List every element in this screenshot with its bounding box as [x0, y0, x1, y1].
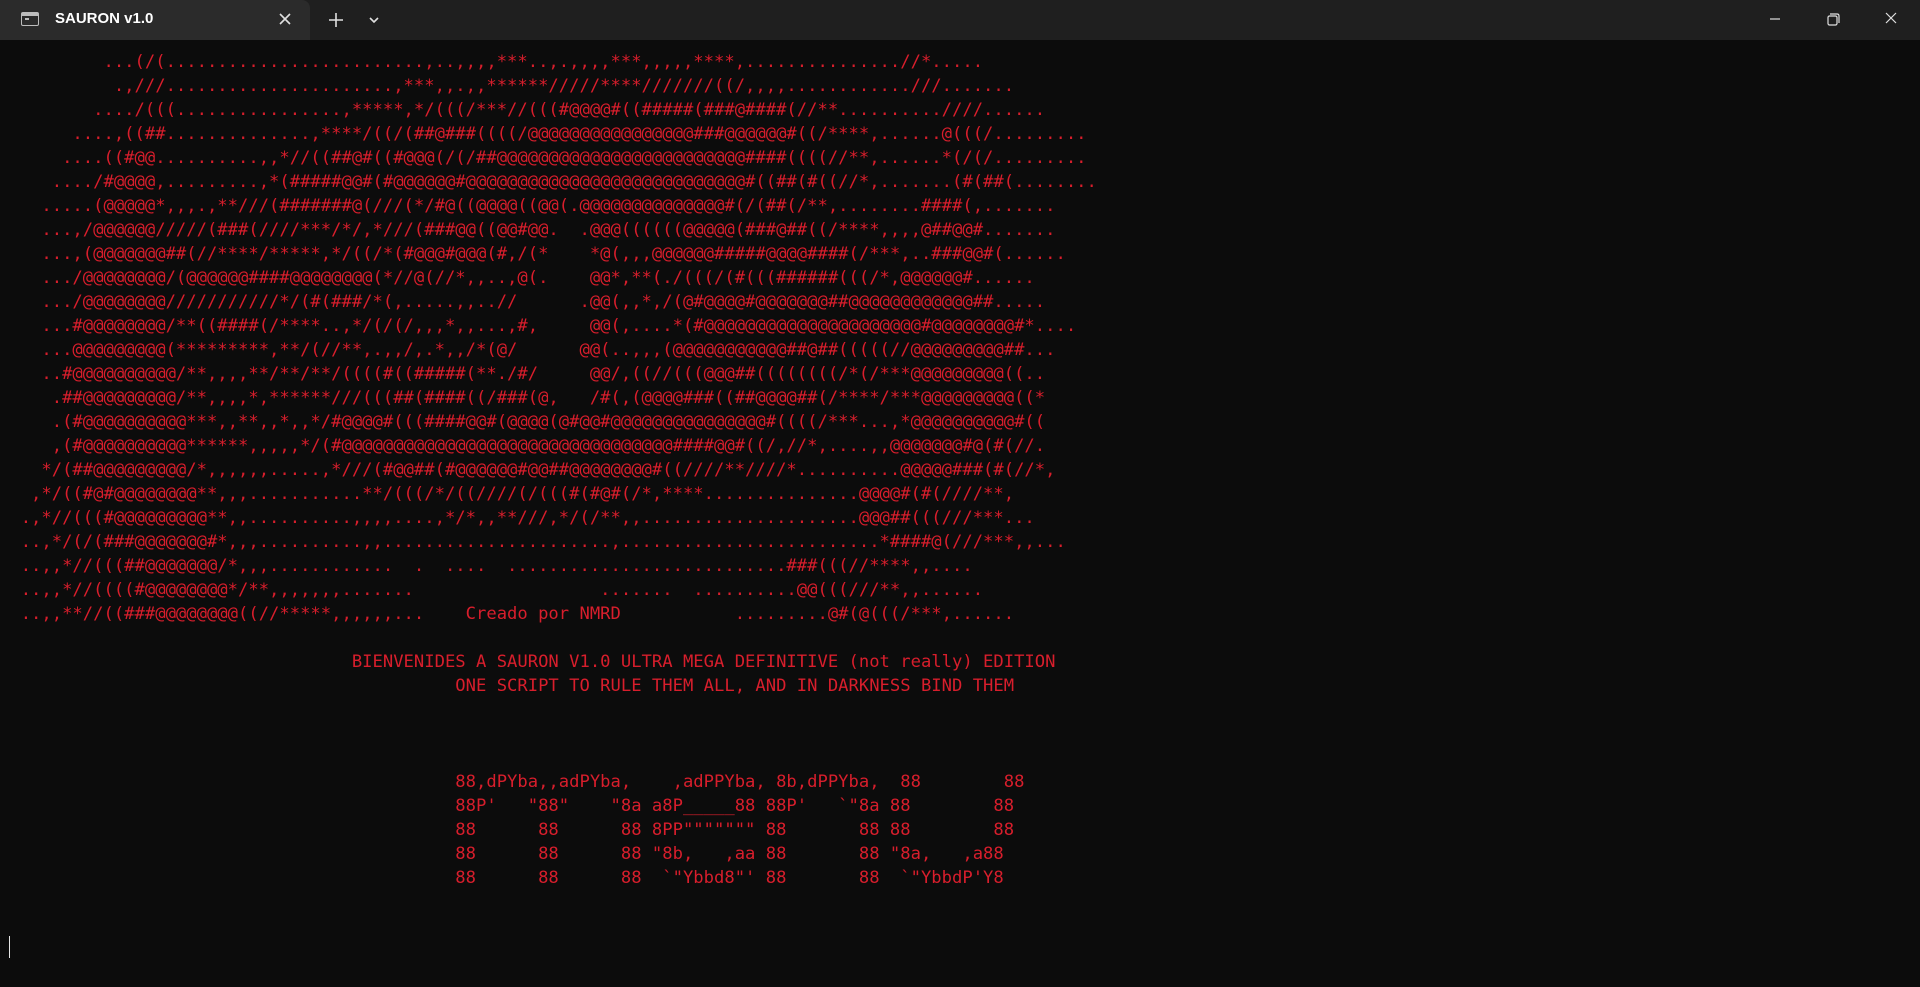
eye-ascii-art: ...(/(.........................,..,,,,**… — [20, 52, 1097, 624]
maximize-icon — [1827, 13, 1840, 26]
logo-ascii-art: 88,dPYba,,adPYba, ,adPPYba, 8b,dPPYba, 8… — [455, 772, 1025, 888]
tab-title: SAURON v1.0 — [55, 10, 154, 27]
plus-icon — [329, 13, 343, 27]
close-icon — [1885, 12, 1897, 24]
welcome-banner: BIENVENIDES A SAURON V1.0 ULTRA MEGA DEF… — [351, 652, 1056, 696]
close-tab-button[interactable] — [272, 6, 298, 32]
tab-sauron[interactable]: SAURON v1.0 — [0, 0, 310, 40]
close-window-button[interactable] — [1862, 0, 1920, 40]
tab-dropdown-button[interactable] — [360, 6, 388, 34]
terminal-icon — [21, 12, 39, 26]
maximize-button[interactable] — [1804, 0, 1862, 40]
terminal-output[interactable]: ...(/(.........................,..,,,,**… — [0, 40, 1920, 987]
new-tab-button[interactable] — [322, 6, 350, 34]
close-icon — [279, 13, 291, 25]
minimize-icon — [1770, 18, 1780, 20]
title-bar: SAURON v1.0 — [0, 0, 1920, 40]
text-cursor — [9, 936, 10, 958]
chevron-down-icon — [369, 17, 379, 24]
minimize-button[interactable] — [1746, 0, 1804, 40]
